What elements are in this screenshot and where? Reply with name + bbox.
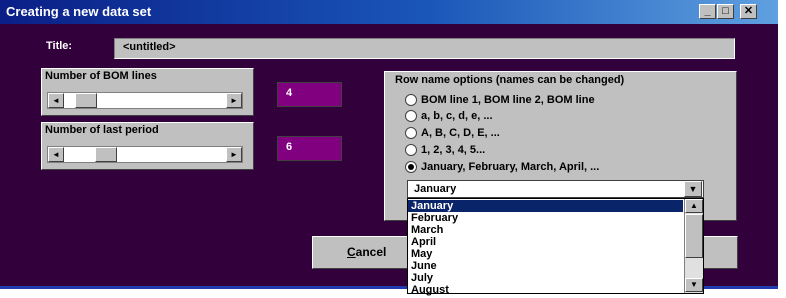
- row-options-label: Row name options (names can be changed): [395, 74, 625, 86]
- window-edge: [779, 0, 786, 298]
- bom-lines-group: Number of BOM lines ◄ ►: [41, 68, 254, 116]
- last-period-slider[interactable]: ◄ ►: [47, 146, 243, 163]
- dropdown-arrow-icon[interactable]: ▼: [684, 181, 702, 197]
- scroll-left-icon[interactable]: ◄: [48, 147, 64, 162]
- radio-lowercase[interactable]: a, b, c, d, e, ...: [405, 110, 493, 126]
- list-item[interactable]: March: [408, 224, 683, 236]
- list-item[interactable]: August: [408, 284, 683, 296]
- list-item[interactable]: May: [408, 248, 683, 260]
- scroll-right-icon[interactable]: ►: [226, 93, 242, 108]
- dropdown-scrollbar[interactable]: ▲ ▼: [684, 199, 703, 293]
- list-item[interactable]: July: [408, 272, 683, 284]
- bom-lines-value: 4: [277, 82, 342, 107]
- radio-icon[interactable]: [405, 94, 417, 107]
- list-item[interactable]: April: [408, 236, 683, 248]
- radio-icon[interactable]: [405, 144, 417, 157]
- scroll-down-icon[interactable]: ▼: [685, 278, 703, 292]
- bom-lines-slider[interactable]: ◄ ►: [47, 92, 243, 109]
- list-item[interactable]: June: [408, 260, 683, 272]
- radio-icon[interactable]: [405, 127, 417, 140]
- maximize-button[interactable]: □: [717, 4, 734, 19]
- last-period-group: Number of last period ◄ ►: [41, 122, 254, 170]
- dropdown-options: January February March April May June Ju…: [408, 200, 683, 296]
- radio-months[interactable]: January, February, March, April, ...: [405, 161, 599, 177]
- radio-checked-icon[interactable]: [405, 161, 417, 174]
- last-period-label: Number of last period: [45, 124, 159, 136]
- list-item[interactable]: January: [408, 200, 683, 212]
- month-dropdown-list: January February March April May June Ju…: [407, 198, 704, 296]
- combo-value: January: [414, 183, 457, 195]
- minimize-button[interactable]: _: [699, 4, 716, 19]
- slider-thumb[interactable]: [95, 147, 117, 162]
- radio-bom-line[interactable]: BOM line 1, BOM line 2, BOM line: [405, 94, 595, 110]
- list-item[interactable]: February: [408, 212, 683, 224]
- scroll-up-icon[interactable]: ▲: [685, 199, 703, 213]
- last-period-value: 6: [277, 136, 342, 161]
- title-label: Title:: [46, 40, 73, 52]
- window-title: Creating a new data set: [6, 4, 152, 19]
- close-button[interactable]: ✕: [740, 4, 757, 19]
- radio-numbers[interactable]: 1, 2, 3, 4, 5...: [405, 144, 485, 160]
- scroll-left-icon[interactable]: ◄: [48, 93, 64, 108]
- radio-icon[interactable]: [405, 110, 417, 123]
- radio-uppercase[interactable]: A, B, C, D, E, ...: [405, 127, 500, 143]
- slider-thumb[interactable]: [75, 93, 97, 108]
- bom-lines-label: Number of BOM lines: [45, 70, 157, 82]
- scroll-right-icon[interactable]: ►: [226, 147, 242, 162]
- title-input[interactable]: <untitled>: [114, 38, 735, 59]
- month-combobox[interactable]: January ▼: [407, 180, 704, 198]
- scrollbar-thumb[interactable]: [685, 214, 703, 258]
